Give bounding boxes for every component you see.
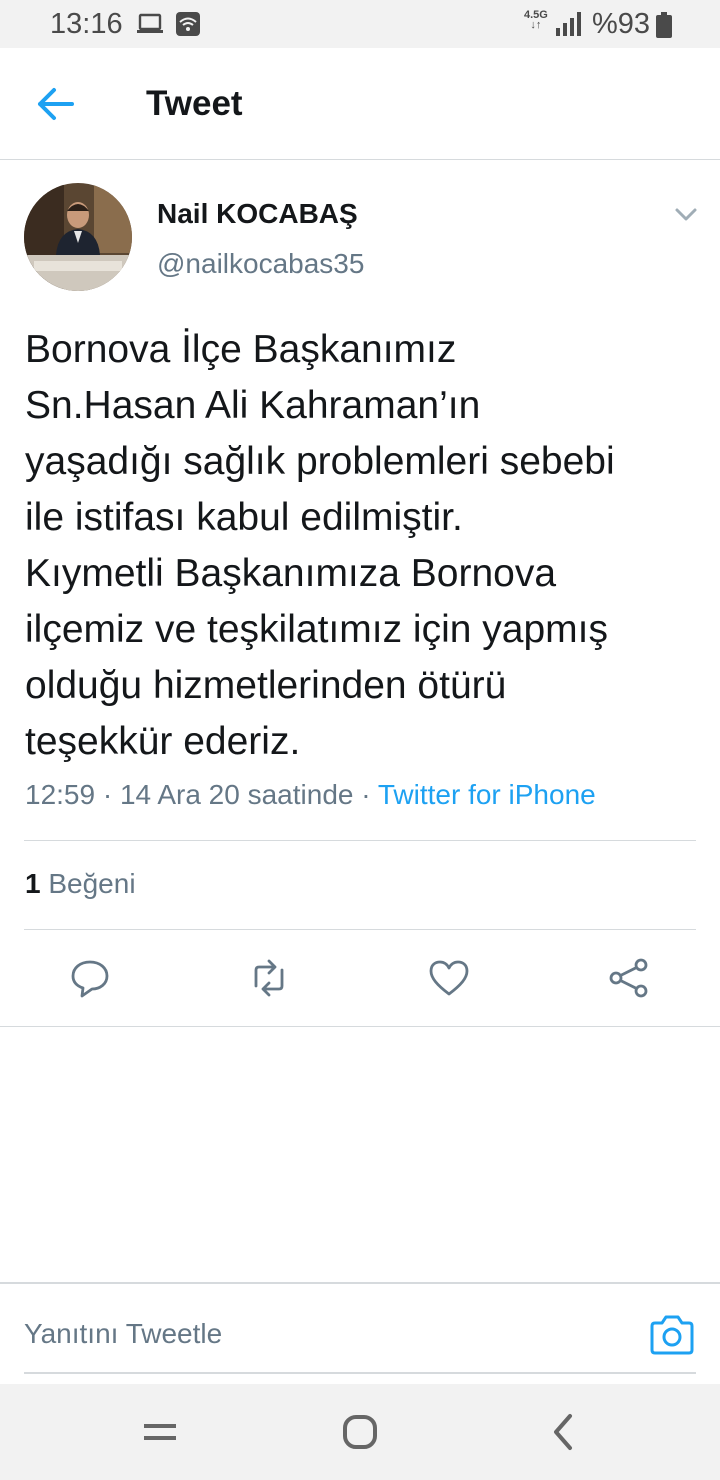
app-header: Tweet <box>0 48 720 160</box>
likes-number: 1 <box>25 868 41 899</box>
system-nav-bar <box>0 1384 720 1480</box>
divider <box>0 1026 720 1027</box>
reply-icon <box>71 960 109 998</box>
chevron-left-icon <box>554 1414 572 1450</box>
signal-icon <box>556 12 582 41</box>
recent-apps-icon <box>144 1424 176 1440</box>
reply-underline <box>24 1372 696 1374</box>
back-arrow-icon <box>38 88 74 120</box>
like-button[interactable] <box>427 956 471 1000</box>
home-button[interactable] <box>336 1408 384 1456</box>
status-bar: 13:16 4.5G ↓↑ %93 <box>0 0 720 48</box>
author-name[interactable]: Nail KOCABAŞ <box>157 198 358 230</box>
divider <box>24 840 696 841</box>
divider <box>24 929 696 930</box>
home-icon <box>343 1415 377 1449</box>
retweet-icon <box>254 959 284 997</box>
page-title: Tweet <box>146 84 243 123</box>
recent-apps-button[interactable] <box>136 1408 184 1456</box>
battery-icon <box>656 12 672 43</box>
system-back-button[interactable] <box>540 1408 588 1456</box>
data-arrows-icon: ↓↑ <box>530 19 542 31</box>
reply-bar: Yanıtını Tweetle <box>0 1282 720 1384</box>
tweet-source-link[interactable]: Twitter for iPhone <box>378 779 596 810</box>
battery-percentage: %93 <box>592 8 651 40</box>
back-button[interactable] <box>34 82 78 126</box>
tweet-meta: 12:59 · 14 Ara 20 saatinde · Twitter for… <box>25 779 596 811</box>
camera-icon <box>650 1315 694 1355</box>
share-button[interactable] <box>607 956 651 1000</box>
avatar[interactable] <box>24 183 132 291</box>
retweet-button[interactable] <box>247 956 291 1000</box>
camera-button[interactable] <box>648 1314 696 1356</box>
chevron-down-icon <box>675 208 697 221</box>
reply-input[interactable]: Yanıtını Tweetle <box>24 1318 222 1350</box>
network-type: 4.5G ↓↑ <box>524 10 548 31</box>
share-icon <box>609 958 648 998</box>
reply-button[interactable] <box>68 956 112 1000</box>
author-handle[interactable]: @nailkocabas35 <box>157 248 364 280</box>
tweet-menu-button[interactable] <box>672 200 700 228</box>
wifi-icon <box>176 12 200 41</box>
tweet-timestamp: 12:59 · 14 Ara 20 saatinde · <box>25 779 378 810</box>
heart-icon <box>429 960 469 996</box>
laptop-icon <box>136 13 164 40</box>
likes-count[interactable]: 1 Beğeni <box>25 868 136 900</box>
likes-label: Beğeni <box>40 868 136 899</box>
status-time: 13:16 <box>50 8 123 40</box>
tweet-text: Bornova İlçe Başkanımız Sn.Hasan Ali Kah… <box>25 328 615 763</box>
